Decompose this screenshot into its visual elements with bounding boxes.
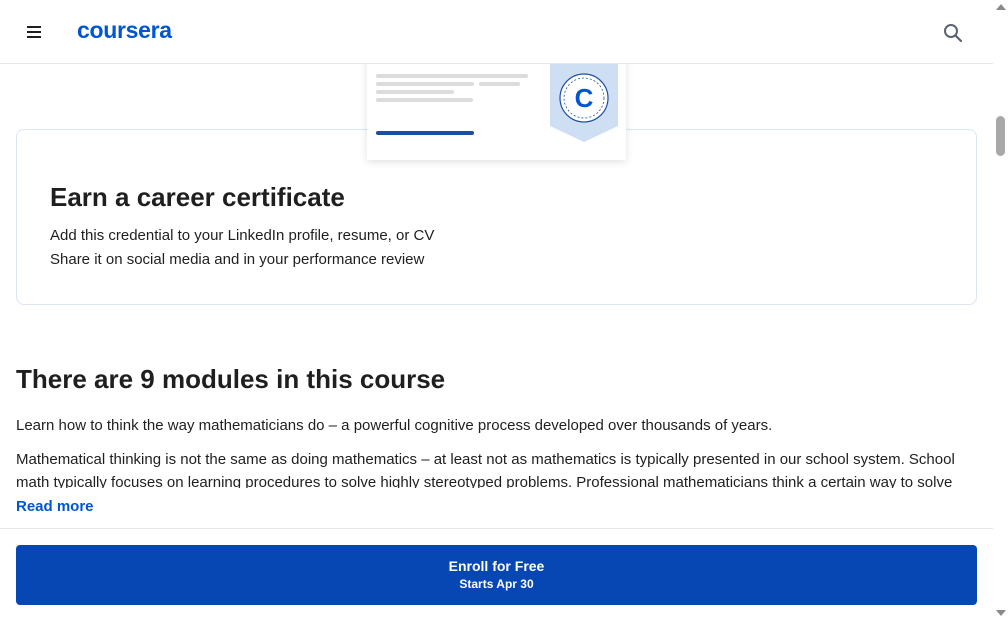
search-icon[interactable]	[940, 20, 966, 46]
enroll-start-date: Starts Apr 30	[459, 577, 534, 591]
course-description-clipped: Mathematical thinking is not the same as…	[16, 448, 976, 488]
badge-letter: C	[575, 83, 594, 113]
course-description-body: Mathematical thinking is not the same as…	[16, 451, 955, 488]
certificate-signature-line	[376, 131, 474, 135]
read-more-link[interactable]: Read more	[16, 498, 94, 515]
certificate-text-line	[376, 74, 528, 78]
enroll-button-label: Enroll for Free	[448, 558, 545, 574]
top-navigation-bar: coursera	[0, 0, 993, 64]
scroll-up-arrow-icon[interactable]	[996, 4, 1006, 10]
hamburger-menu-icon[interactable]	[24, 22, 44, 42]
certificate-text-line	[479, 82, 520, 86]
coursera-logo[interactable]: coursera	[77, 17, 172, 44]
modules-heading: There are 9 modules in this course	[16, 364, 446, 394]
certificate-benefit-1: Add this credential to your LinkedIn pro…	[50, 227, 435, 244]
certificate-preview-image: C	[367, 56, 626, 160]
certificate-benefit-2: Share it on social media and in your per…	[50, 251, 425, 268]
certificate-badge-icon: C	[550, 56, 618, 142]
certificate-text-line	[376, 90, 454, 94]
enroll-button[interactable]: Enroll for Free Starts Apr 30	[16, 545, 977, 605]
page-scrollbar[interactable]	[993, 0, 1008, 621]
certificate-text-line	[376, 82, 474, 86]
certificate-title: Earn a career certificate	[50, 182, 345, 212]
scrollbar-thumb[interactable]	[996, 116, 1005, 156]
certificate-text-line	[376, 98, 473, 102]
course-description-intro: Learn how to think the way mathematician…	[16, 417, 773, 434]
scroll-down-arrow-icon[interactable]	[996, 610, 1006, 616]
